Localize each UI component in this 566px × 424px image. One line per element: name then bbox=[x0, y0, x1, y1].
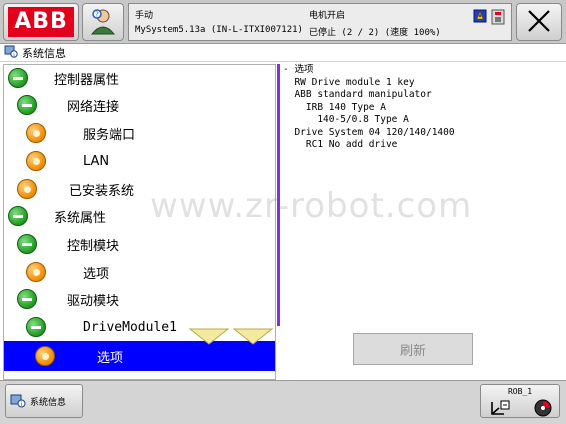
taskbar-label: 系统信息 bbox=[30, 397, 67, 408]
system-name: MySystem5.13a (IN-L-ITXI007121) bbox=[135, 25, 303, 35]
quickset-button[interactable]: ROB_1 bbox=[480, 384, 560, 418]
system-info-tree[interactable]: 控制器属性 网络连接 服务端口 LAN 已安装系统 系统属性 控制模块 选项 驱… bbox=[3, 64, 276, 380]
speed-icon bbox=[533, 398, 553, 421]
coordinate-system-icon bbox=[489, 398, 511, 421]
tree-item-label: 系统属性 bbox=[54, 210, 107, 226]
detail-line: RC1 No add drive bbox=[283, 139, 398, 150]
tree-item-drivemodule1-options[interactable]: 选项 bbox=[4, 341, 275, 371]
program-state: 已停止 (2 / 2) (速度 100%) bbox=[309, 28, 441, 38]
task-bar: i 系统信息 ROB_1 bbox=[0, 380, 566, 424]
detail-line: Drive System 04 120/140/1400 bbox=[283, 126, 455, 138]
event-log-icon bbox=[473, 9, 487, 28]
svg-text:?: ? bbox=[95, 10, 99, 18]
tree-splitter[interactable] bbox=[277, 64, 280, 326]
collapse-icon[interactable] bbox=[17, 95, 37, 115]
tree-item-label: 驱动模块 bbox=[67, 293, 120, 309]
motor-state: 电机开启 bbox=[309, 11, 346, 21]
tree-item-lan[interactable]: LAN bbox=[4, 148, 275, 174]
mechanical-unit-label: ROB_1 bbox=[507, 387, 533, 396]
tree-item-label: 网络连接 bbox=[67, 99, 120, 115]
tree-item-label: 控制模块 bbox=[67, 238, 120, 254]
tree-item-control-module[interactable]: 控制模块 bbox=[4, 231, 275, 257]
detail-line: 140-5/0.8 Type A bbox=[283, 114, 409, 125]
tree-item-system-properties[interactable]: 系统属性 bbox=[4, 203, 275, 229]
tree-item-installed-systems[interactable]: 已安装系统 bbox=[4, 176, 275, 202]
scroll-down-icon[interactable] bbox=[232, 327, 274, 345]
tree-item-label: 已安装系统 bbox=[69, 183, 135, 199]
tree-item-label: DriveModule1 bbox=[83, 319, 177, 335]
tree-item-control-module-options[interactable]: 选项 bbox=[4, 259, 275, 285]
detail-line: ABB standard manipulator bbox=[283, 89, 432, 100]
detail-line: IRB 140 Type A bbox=[283, 101, 386, 113]
detail-line: - 选项 bbox=[283, 64, 314, 75]
top-bar: ABB ? 手动 MySystem5.13a (IN-L-ITXI007121)… bbox=[0, 0, 566, 44]
close-icon bbox=[526, 8, 552, 37]
tree-item-label: 控制器属性 bbox=[54, 72, 120, 88]
scroll-down-icon[interactable] bbox=[188, 327, 230, 345]
refresh-button[interactable]: 刷新 bbox=[353, 333, 473, 365]
tree-item-label: 服务端口 bbox=[83, 127, 136, 143]
abb-menu-button[interactable]: ABB bbox=[3, 3, 79, 41]
leaf-icon bbox=[26, 151, 46, 171]
page-title: 系统信息 bbox=[22, 46, 66, 60]
system-info-icon: i bbox=[10, 392, 26, 411]
collapse-icon[interactable] bbox=[17, 234, 37, 254]
abb-logo: ABB bbox=[8, 7, 74, 37]
tree-item-label: 选项 bbox=[97, 350, 124, 366]
user-button[interactable]: ? bbox=[82, 3, 124, 41]
collapse-icon[interactable] bbox=[8, 68, 28, 88]
tree-item-service-port[interactable]: 服务端口 bbox=[4, 120, 275, 146]
detail-line: RW Drive module 1 key bbox=[283, 76, 415, 88]
user-icon: ? bbox=[88, 6, 118, 39]
collapse-icon[interactable] bbox=[17, 289, 37, 309]
tree-item-controller-properties[interactable]: 控制器属性 bbox=[4, 65, 275, 91]
taskbar-system-info-button[interactable]: i 系统信息 bbox=[5, 384, 83, 418]
leaf-icon bbox=[35, 346, 55, 366]
window-title-bar: i 系统信息 bbox=[0, 44, 566, 62]
system-info-icon: i bbox=[4, 44, 18, 61]
leaf-icon bbox=[17, 179, 37, 199]
tree-item-label: 选项 bbox=[83, 266, 110, 282]
operating-mode: 手动 bbox=[135, 11, 154, 21]
tree-item-label: LAN bbox=[83, 153, 110, 169]
close-button[interactable] bbox=[516, 3, 562, 41]
leaf-icon bbox=[26, 123, 46, 143]
tree-item-drive-module[interactable]: 驱动模块 bbox=[4, 286, 275, 312]
tree-item-network-connections[interactable]: 网络连接 bbox=[4, 92, 275, 118]
status-bar[interactable]: 手动 MySystem5.13a (IN-L-ITXI007121) 电机开启 … bbox=[128, 3, 512, 41]
collapse-icon[interactable] bbox=[8, 206, 28, 226]
collapse-icon[interactable] bbox=[26, 317, 46, 337]
robot-status-icon bbox=[491, 9, 505, 28]
leaf-icon bbox=[26, 262, 46, 282]
